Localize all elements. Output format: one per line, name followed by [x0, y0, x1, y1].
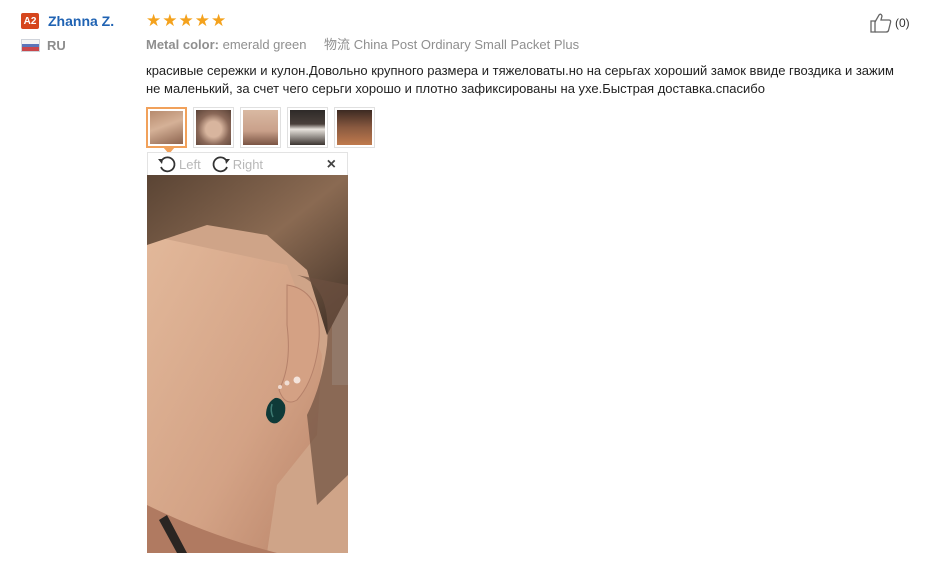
reviewer-info: A2 Zhanna Z. RU [21, 11, 141, 53]
order-attributes: Metal color: emerald green 物流 China Post… [146, 34, 916, 53]
photo-illustration [147, 175, 348, 553]
thumbnail-image [243, 110, 278, 145]
star-icon: ★ [162, 10, 178, 30]
star-icon: ★ [178, 10, 194, 30]
thumbnail-image [290, 110, 325, 145]
rotate-left-icon [158, 156, 176, 173]
photo-thumbnail[interactable] [240, 107, 281, 148]
thumbs-up-icon [870, 13, 892, 33]
photo-thumbnails [146, 107, 916, 154]
shipping-label: 物流 [324, 37, 351, 52]
rotate-right-icon [212, 156, 230, 173]
thumbnail-image [337, 110, 372, 145]
rotate-left-label: Left [179, 156, 201, 172]
metal-color-label: Metal color: [146, 37, 219, 52]
review-item: A2 Zhanna Z. RU ★ ★ ★ ★ ★ Metal color: e… [0, 0, 932, 564]
rotate-left-button[interactable]: Left [157, 154, 201, 174]
star-icon: ★ [194, 10, 210, 30]
country-code: RU [47, 38, 66, 53]
review-text: красивые сережки и кулон.Довольно крупно… [146, 63, 894, 96]
thumbnail-image [196, 110, 231, 145]
photo-thumbnail[interactable] [334, 107, 375, 148]
buyer-level-badge: A2 [21, 13, 39, 29]
thumbnail-image [150, 111, 183, 144]
close-icon[interactable]: × [327, 156, 336, 174]
photo-thumbnail[interactable] [287, 107, 328, 148]
helpful-count: (0) [895, 16, 910, 30]
metal-color-value: emerald green [222, 37, 307, 52]
review-photo [147, 175, 348, 553]
rotate-right-button[interactable]: Right [211, 154, 263, 174]
photo-thumbnail[interactable] [146, 107, 187, 154]
rotate-right-label: Right [232, 156, 264, 172]
star-icon: ★ [146, 10, 162, 30]
star-icon: ★ [211, 10, 227, 30]
shipping-value: China Post Ordinary Small Packet Plus [353, 37, 580, 52]
photo-viewer: Left Right × [147, 152, 348, 553]
reviewer-country: RU [21, 38, 141, 53]
viewer-toolbar: Left Right × [147, 152, 348, 175]
review-body: ★ ★ ★ ★ ★ Metal color: emerald green 物流 … [146, 10, 916, 154]
photo-thumbnail[interactable] [193, 107, 234, 148]
russia-flag-icon [21, 39, 40, 52]
star-rating: ★ ★ ★ ★ ★ [146, 10, 916, 30]
reviewer-name[interactable]: Zhanna Z. [48, 13, 114, 29]
reviewer-row: A2 Zhanna Z. [21, 11, 141, 31]
helpful-button[interactable]: (0) [869, 12, 910, 34]
